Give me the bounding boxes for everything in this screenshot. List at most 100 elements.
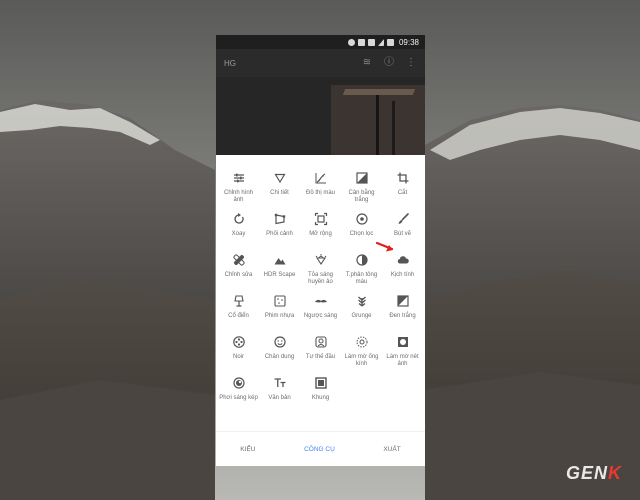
photo-post (376, 95, 379, 155)
tool-retrolux[interactable]: Ngược sáng (300, 292, 341, 333)
curves-icon (314, 171, 328, 185)
tool-rotate[interactable]: Xoay (218, 210, 259, 251)
tools-sheet: Chỉnh hình ảnh Chi tiết Đồ thị màu Cân bằng… (216, 155, 425, 431)
tool-tune[interactable]: Chỉnh hình ảnh (218, 169, 259, 210)
app-bar-title: HG (224, 58, 236, 68)
rotate-icon (232, 212, 246, 226)
triangle-details-icon (273, 171, 287, 185)
tool-label: T.phản tông màu (345, 272, 378, 285)
tool-label: Đồ thị màu (305, 190, 335, 196)
tool-label: Cắt (397, 190, 408, 196)
tool-details[interactable]: Chi tiết (259, 169, 300, 210)
perspective-icon (273, 212, 287, 226)
tool-expand[interactable]: Mở rộng (300, 210, 341, 251)
tool-grainy[interactable]: Phim nhựa (259, 292, 300, 333)
tool-label: Làm mờ nét ảnh (386, 354, 419, 367)
tool-label: Khung (311, 395, 330, 401)
black-white-icon (396, 294, 410, 308)
tool-label: Chỉnh sửa (224, 272, 253, 278)
tab-export[interactable]: XUẤT (377, 438, 406, 461)
bottom-tab-bar: KIỂU CÔNG CỤ XUẤT (216, 431, 425, 466)
more-vert-icon[interactable]: ⋮ (405, 57, 417, 69)
tool-vintage[interactable]: Cổ điển (218, 292, 259, 333)
cloud-drama-icon (396, 253, 410, 267)
tool-label: Làm mờ ống kính (344, 354, 379, 367)
tool-drama[interactable]: Kịch tính (382, 251, 423, 292)
phone-screen: 09:38 HG ≋ ⓘ ⋮ Chỉnh hình ảnh Chi tiết Đồ … (216, 35, 425, 466)
photo-roof (342, 89, 416, 95)
film-reel-noir-icon (232, 335, 246, 349)
tool-wb[interactable]: Cân bằng trắng (341, 169, 382, 210)
tool-label: Chọn lọc (349, 231, 374, 237)
tool-healing[interactable]: Chỉnh sửa (218, 251, 259, 292)
expand-icon (314, 212, 328, 226)
tool-label: Tư thế đầu (305, 354, 336, 360)
lens-blur-icon (355, 335, 369, 349)
tool-label: Ngược sáng (303, 313, 338, 319)
tool-glamour[interactable]: Tỏa sáng huyền ảo (300, 251, 341, 292)
tool-hdr[interactable]: HDR Scape (259, 251, 300, 292)
tool-curves[interactable]: Đồ thị màu (300, 169, 341, 210)
tab-tools[interactable]: CÔNG CỤ (298, 438, 341, 461)
white-balance-icon (355, 171, 369, 185)
app-bar: HG ≋ ⓘ ⋮ (216, 49, 425, 77)
tool-vignette[interactable]: Làm mờ nét ảnh (382, 333, 423, 374)
tool-noir[interactable]: Noir (218, 333, 259, 374)
face-portrait-icon (273, 335, 287, 349)
tool-tonal[interactable]: T.phản tông màu (341, 251, 382, 292)
mountain-hdr-icon (273, 253, 287, 267)
tool-label: Phơi sáng kép (219, 395, 258, 401)
tool-grunge[interactable]: Grunge (341, 292, 382, 333)
brush-icon (396, 212, 410, 226)
selective-target-icon (355, 212, 369, 226)
tool-bw[interactable]: Đen trắng (382, 292, 423, 333)
layers-icon[interactable]: ≋ (361, 57, 373, 69)
photo-post (392, 101, 395, 155)
info-icon[interactable]: ⓘ (383, 57, 395, 69)
tab-styles[interactable]: KIỂU (234, 438, 261, 461)
tool-label: Bút vẽ (393, 231, 411, 237)
tool-double[interactable]: Phơi sáng kép (218, 374, 259, 415)
tool-label: Cân bằng trắng (348, 190, 375, 203)
head-pose-icon (314, 335, 328, 349)
tool-label: Phim nhựa (264, 313, 295, 319)
signal-icon (377, 38, 384, 46)
tool-text[interactable]: Văn bản (259, 374, 300, 415)
status-time: 09:38 (398, 37, 419, 47)
tool-label: Văn bản (268, 395, 291, 401)
tool-crop[interactable]: Cắt (382, 169, 423, 210)
tool-label: Tỏa sáng huyền ảo (307, 272, 334, 285)
genk-watermark-logo: GENK (566, 463, 622, 484)
battery-icon (386, 38, 394, 46)
tool-portrait[interactable]: Chân dung (259, 333, 300, 374)
tool-label: Chi tiết (270, 190, 289, 196)
tool-label: HDR Scape (263, 272, 296, 278)
tool-perspective[interactable]: Phối cảnh (259, 210, 300, 251)
status-bar: 09:38 (216, 35, 425, 49)
double-exposure-icon (232, 376, 246, 390)
text-tt-icon (273, 376, 287, 390)
alarm-icon (347, 38, 355, 46)
tool-label: Mở rộng (309, 231, 332, 237)
tool-label: Chỉnh hình ảnh (223, 190, 254, 203)
tonal-contrast-icon (355, 253, 369, 267)
tool-label: Đen trắng (389, 313, 416, 319)
watermark-accent: K (608, 463, 622, 483)
lamp-vintage-icon (232, 294, 246, 308)
tool-label: Chân dung (264, 354, 295, 360)
grunge-leaf-icon (355, 294, 369, 308)
tool-headpose[interactable]: Tư thế đầu (300, 333, 341, 374)
red-arrow-annotation (376, 241, 394, 252)
watermark-text: GEN (565, 463, 608, 483)
vignette-icon (396, 335, 410, 349)
tool-lensblur[interactable]: Làm mờ ống kính (341, 333, 382, 374)
tool-label: Xoay (231, 231, 246, 237)
film-grain-icon (273, 294, 287, 308)
mustache-retrolux-icon (314, 294, 328, 308)
crop-icon (396, 171, 410, 185)
tools-grid: Chỉnh hình ảnh Chi tiết Đồ thị màu Cân bằng… (218, 169, 423, 415)
tool-frames[interactable]: Khung (300, 374, 341, 415)
tool-label: Phối cảnh (266, 231, 293, 237)
wifi-icon (357, 38, 365, 46)
tune-sliders-icon (232, 171, 246, 185)
